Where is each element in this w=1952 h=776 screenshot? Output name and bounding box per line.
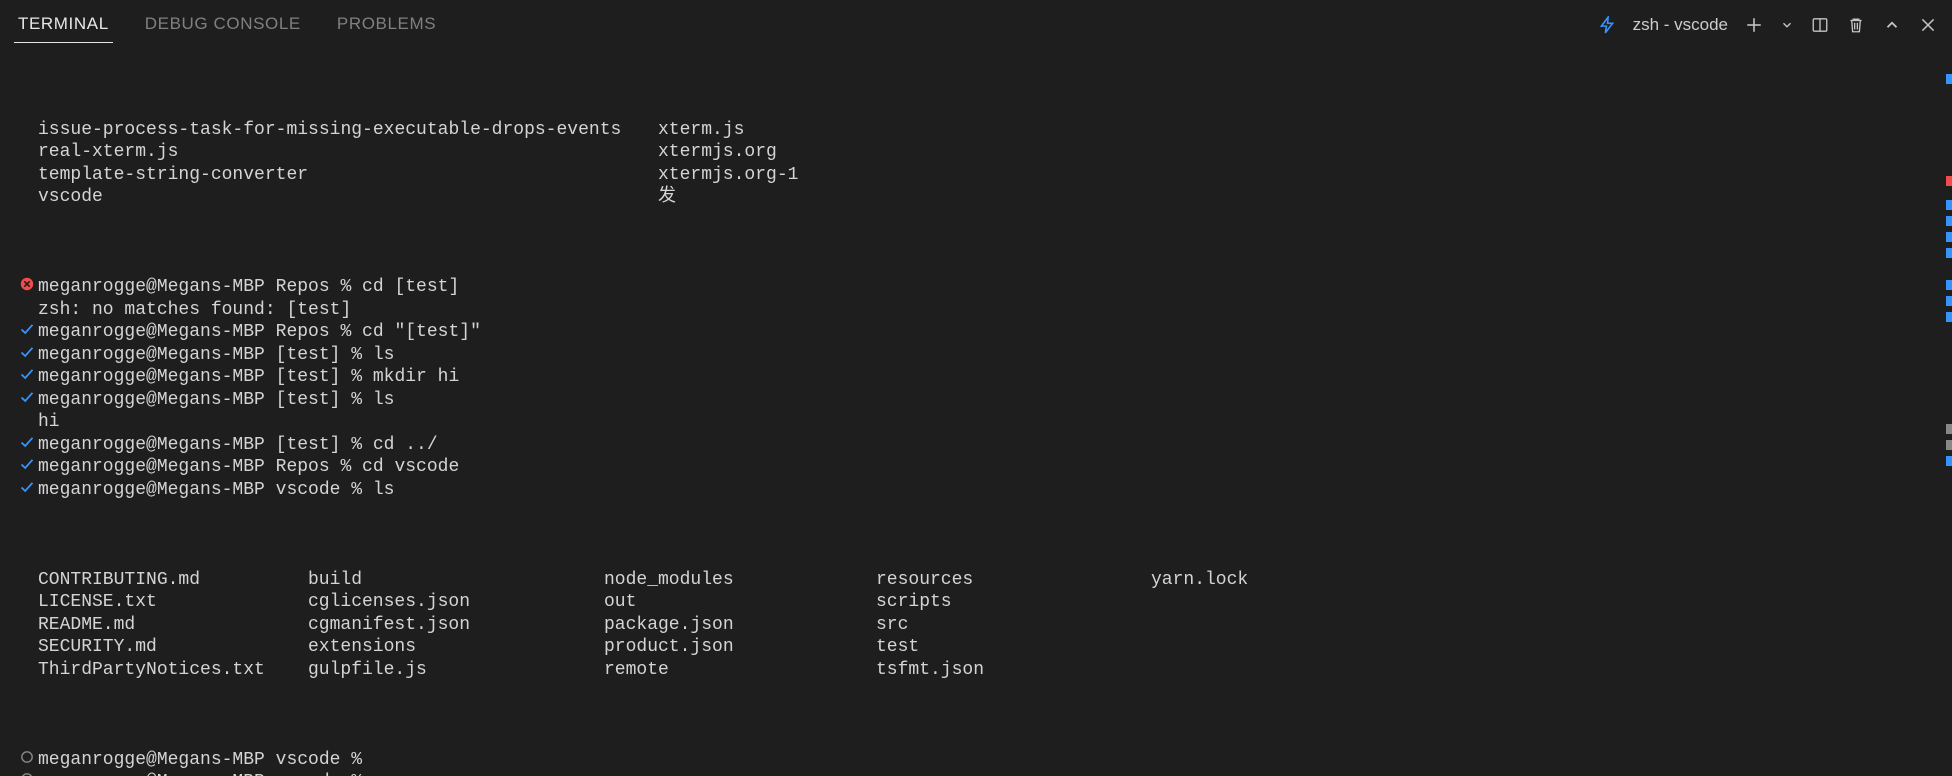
terminal-line: meganrogge@Megans-MBP Repos % cd "[test]… xyxy=(16,321,1936,344)
terminal-line-text: meganrogge@Megans-MBP [test] % ls xyxy=(38,344,1936,367)
ls-row-text: LICENSE.txtcglicenses.jsonoutscripts xyxy=(38,591,1936,614)
ls-row: LICENSE.txtcglicenses.jsonoutscripts xyxy=(16,591,1936,614)
ruler-mark[interactable] xyxy=(1946,216,1952,226)
terminal-line-text: meganrogge@Megans-MBP [test] % cd ../ xyxy=(38,434,1936,457)
circle-icon xyxy=(16,749,38,765)
terminal-line-text: meganrogge@Megans-MBP Repos % cd "[test]… xyxy=(38,321,1936,344)
terminal-line: meganrogge@Megans-MBP [test] % ls xyxy=(16,389,1936,412)
terminal-line: meganrogge@Megans-MBP [test] % cd ../ xyxy=(16,434,1936,457)
ls-row-text: ThirdPartyNotices.txtgulpfile.jsremotets… xyxy=(38,659,1936,682)
terminal-line-text: meganrogge@Megans-MBP Repos % cd [test] xyxy=(38,276,1936,299)
terminal-line: meganrogge@Megans-MBP Repos % cd [test] xyxy=(16,276,1936,299)
ls-row: template-string-converterxtermjs.org-1 xyxy=(16,164,1936,187)
ruler-mark[interactable] xyxy=(1946,200,1952,210)
check-icon xyxy=(16,456,38,472)
terminal-line-text: hi xyxy=(38,411,1936,434)
terminal-line: meganrogge@Megans-MBP Repos % cd vscode xyxy=(16,456,1936,479)
ruler-mark[interactable] xyxy=(1946,456,1952,466)
ls-row-text: vscode发 xyxy=(38,186,1936,209)
ls-row-text: README.mdcgmanifest.jsonpackage.jsonsrc xyxy=(38,614,1936,637)
ruler-mark[interactable] xyxy=(1946,176,1952,186)
check-icon xyxy=(16,434,38,450)
tab-problems[interactable]: PROBLEMS xyxy=(333,6,440,43)
error-icon xyxy=(16,276,38,292)
terminal-output[interactable]: issue-process-task-for-missing-executabl… xyxy=(0,43,1952,776)
tab-terminal[interactable]: TERMINAL xyxy=(14,6,113,43)
ls-row: issue-process-task-for-missing-executabl… xyxy=(16,119,1936,142)
overview-ruler[interactable] xyxy=(1944,46,1952,776)
ls-row-text: template-string-converterxtermjs.org-1 xyxy=(38,164,1936,187)
ruler-mark[interactable] xyxy=(1946,440,1952,450)
terminal-line: meganrogge@Megans-MBP [test] % mkdir hi xyxy=(16,366,1936,389)
terminal-line: meganrogge@Megans-MBP vscode % ls xyxy=(16,479,1936,502)
trash-icon[interactable] xyxy=(1846,15,1866,35)
ruler-mark[interactable] xyxy=(1946,312,1952,322)
chevron-down-icon[interactable] xyxy=(1780,15,1794,35)
terminal-line-text: meganrogge@Megans-MBP vscode % xyxy=(38,749,1936,772)
terminal-line-text: meganrogge@Megans-MBP vscode % ls xyxy=(38,479,1936,502)
terminal-line-text: meganrogge@Megans-MBP [test] % ls xyxy=(38,389,1936,412)
check-icon xyxy=(16,366,38,382)
bolt-icon[interactable] xyxy=(1597,15,1617,35)
ls-row: ThirdPartyNotices.txtgulpfile.jsremotets… xyxy=(16,659,1936,682)
check-icon xyxy=(16,344,38,360)
ls-row: README.mdcgmanifest.jsonpackage.jsonsrc xyxy=(16,614,1936,637)
terminal-line-text: meganrogge@Megans-MBP [test] % mkdir hi xyxy=(38,366,1936,389)
ls-row-text: CONTRIBUTING.mdbuildnode_modulesresource… xyxy=(38,569,1936,592)
ls-row: SECURITY.mdextensionsproduct.jsontest xyxy=(16,636,1936,659)
terminal-line: zsh: no matches found: [test] xyxy=(16,299,1936,322)
ls-row: CONTRIBUTING.mdbuildnode_modulesresource… xyxy=(16,569,1936,592)
ls-row-text: real-xterm.jsxtermjs.org xyxy=(38,141,1936,164)
terminal-line: meganrogge@Megans-MBP [test] % ls xyxy=(16,344,1936,367)
panel-header: TERMINAL DEBUG CONSOLE PROBLEMS zsh - vs… xyxy=(0,0,1952,43)
panel-actions: zsh - vscode xyxy=(1597,15,1938,35)
ls-row-text: SECURITY.mdextensionsproduct.jsontest xyxy=(38,636,1936,659)
ruler-mark[interactable] xyxy=(1946,296,1952,306)
check-icon xyxy=(16,479,38,495)
ruler-mark[interactable] xyxy=(1946,74,1952,84)
terminal-line: hi xyxy=(16,411,1936,434)
terminal-line-text: meganrogge@Megans-MBP vscode % xyxy=(38,771,1936,776)
split-terminal-icon[interactable] xyxy=(1810,15,1830,35)
terminal-profile-label[interactable]: zsh - vscode xyxy=(1633,15,1728,35)
terminal-line-text: meganrogge@Megans-MBP Repos % cd vscode xyxy=(38,456,1936,479)
terminal-line-text: zsh: no matches found: [test] xyxy=(38,299,1936,322)
ruler-mark[interactable] xyxy=(1946,232,1952,242)
terminal-line: meganrogge@Megans-MBP vscode % xyxy=(16,749,1936,772)
circle-icon xyxy=(16,771,38,776)
new-terminal-icon[interactable] xyxy=(1744,15,1764,35)
tab-debug-console[interactable]: DEBUG CONSOLE xyxy=(141,6,305,43)
panel-tabs: TERMINAL DEBUG CONSOLE PROBLEMS xyxy=(14,6,440,43)
ls-row: vscode发 xyxy=(16,186,1936,209)
check-icon xyxy=(16,321,38,337)
ls-row-text: issue-process-task-for-missing-executabl… xyxy=(38,119,1936,142)
ls-row: real-xterm.jsxtermjs.org xyxy=(16,141,1936,164)
chevron-up-icon[interactable] xyxy=(1882,15,1902,35)
ruler-mark[interactable] xyxy=(1946,424,1952,434)
terminal-line: meganrogge@Megans-MBP vscode % xyxy=(16,771,1936,776)
ruler-mark[interactable] xyxy=(1946,280,1952,290)
check-icon xyxy=(16,389,38,405)
ruler-mark[interactable] xyxy=(1946,248,1952,258)
close-icon[interactable] xyxy=(1918,15,1938,35)
